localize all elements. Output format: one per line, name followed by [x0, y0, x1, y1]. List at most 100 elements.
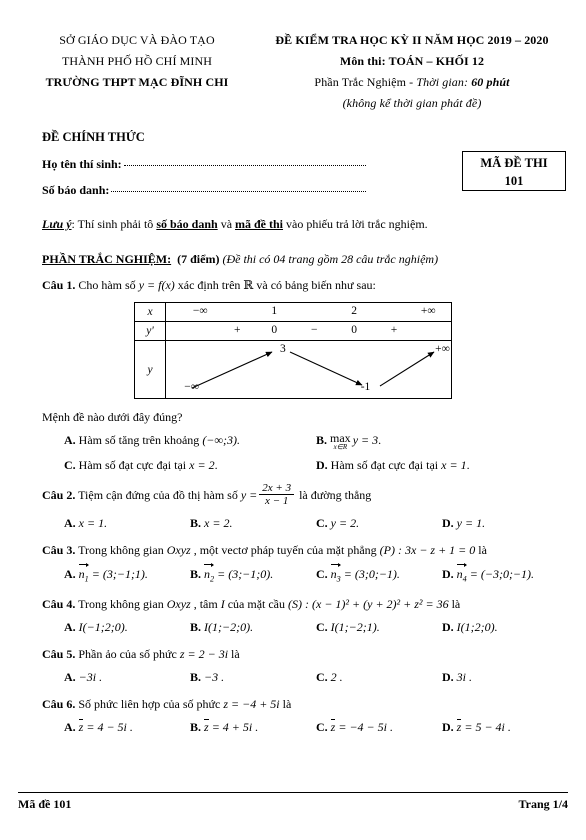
- note-bold-1: số báo danh: [156, 217, 218, 231]
- question-6-option-c[interactable]: C. z = −4 − 5i .: [316, 718, 442, 736]
- question-5-option-d[interactable]: D. 3i .: [442, 668, 568, 686]
- question-1-option-d-math: x = 1: [441, 457, 467, 472]
- question-3: Câu 3. Trong không gian Oxyz , một vectơ…: [0, 532, 586, 586]
- variation-yprime-cells: + 0 − 0 +: [165, 321, 452, 341]
- question-2-options: A. x = 1. B. x = 2. C. y = 2. D. y = 1.: [42, 514, 568, 532]
- question-4-options: A. I(−1;2;0). B. I(1;−2;0). C. I(1;−2;1)…: [42, 618, 568, 636]
- question-3-vector-b: n2: [204, 563, 215, 586]
- question-1-option-b-label: B.: [316, 433, 328, 447]
- question-1-option-c-label: C.: [64, 457, 76, 472]
- question-3-space: Oxyz: [166, 543, 191, 558]
- note-text-1: : Thí sinh phải tô: [71, 217, 157, 231]
- vector-arrow-icon: [204, 563, 215, 570]
- vector-arrow-icon: [78, 563, 89, 570]
- variation-x-value-0: −∞: [192, 305, 208, 317]
- question-1-option-d[interactable]: D. Hàm số đạt cực đại tại x = 1.: [316, 456, 568, 474]
- question-4-text-a: Trong không gian: [75, 596, 167, 611]
- question-3-options: A. n1 = (3;−1;1). B. n2 = (3;−1;0). C. n…: [42, 563, 568, 586]
- question-6-option-a[interactable]: A. z = 4 − 5i .: [64, 718, 190, 736]
- question-2-option-c-label: C.: [316, 516, 328, 531]
- question-4-option-d[interactable]: D. I(1;2;0).: [442, 618, 568, 636]
- question-5-option-b[interactable]: B. −3 .: [190, 668, 316, 686]
- question-1-option-c-math: x = 2: [189, 457, 215, 472]
- question-4-option-b[interactable]: B. I(1;−2;0).: [190, 618, 316, 636]
- question-4-option-c[interactable]: C. I(1;−2;1).: [316, 618, 442, 636]
- note-text-2: và: [217, 217, 236, 231]
- question-3-option-a[interactable]: A. n1 = (3;−1;1).: [64, 563, 190, 586]
- question-6-conjugate-c: z: [330, 718, 336, 734]
- student-sbd-field[interactable]: [111, 190, 366, 192]
- variation-y-cells: −∞ 3 -1 +∞: [165, 340, 452, 399]
- question-4-option-a[interactable]: A. I(−1;2;0).: [64, 618, 190, 636]
- question-1-options-row-2: C. Hàm số đạt cực đại tại x = 2. D. Hàm …: [42, 456, 568, 474]
- question-4-text-b: , tâm: [190, 596, 221, 611]
- question-3-vector-c: n3: [330, 563, 341, 586]
- question-3-option-d[interactable]: D. n4 = (−3;0;−1).: [442, 563, 568, 586]
- section-header: PHẦN TRẮC NGHIỆM: (7 điểm) (Đề thi có 04…: [0, 232, 586, 267]
- question-1-option-c[interactable]: C. Hàm số đạt cực đại tại x = 2.: [64, 456, 316, 474]
- question-6: Câu 6. Số phức liên hợp của số phức z = …: [0, 686, 586, 736]
- exam-code-title: MÃ ĐỀ THI: [480, 156, 548, 170]
- exam-time-label: Thời gian:: [416, 75, 469, 89]
- variation-y-graph: −∞ 3 -1 +∞: [166, 341, 451, 398]
- question-5-option-a[interactable]: A. −3i .: [64, 668, 190, 686]
- question-5: Câu 5. Phần ảo của số phức z = 2 − 3i là…: [0, 636, 586, 686]
- question-5-option-d-text: 3i .: [456, 669, 473, 684]
- question-3-option-d-value: = (−3;0;−1).: [469, 567, 535, 582]
- student-sbd-label: Số báo danh:: [42, 183, 110, 197]
- department-line-2: THÀNH PHỐ HỒ CHÍ MINH: [61, 54, 213, 68]
- question-1-option-d-label: D.: [316, 457, 328, 472]
- variation-row-x: x −∞ 1 2 +∞: [134, 302, 452, 322]
- exam-page: SỞ GIÁO DỤC VÀ ĐÀO TẠO THÀNH PHỐ HỒ CHÍ …: [0, 0, 586, 840]
- department-line-1: SỞ GIÁO DỤC VÀ ĐÀO TẠO: [59, 33, 215, 47]
- variation-yprime-value-3: 0: [351, 324, 357, 336]
- question-2-option-d-text: y = 1.: [456, 516, 486, 531]
- question-6-stem: Câu 6. Số phức liên hợp của số phức z = …: [42, 695, 568, 713]
- question-2-y-equals: y =: [240, 487, 258, 502]
- question-3-option-b-value: = (3;−1;0).: [217, 567, 274, 582]
- question-2-text-a: Tiệm cận đứng của đồ thị hàm số: [75, 487, 241, 502]
- instruction-note: Lưu ý: Thí sinh phải tô số báo danh và m…: [0, 209, 586, 232]
- question-1-option-a-text: Hàm số tăng trên khoảng: [75, 433, 203, 447]
- question-4-option-c-label: C.: [316, 619, 328, 634]
- variation-yprime-value-4: +: [390, 324, 398, 336]
- question-5-option-c-label: C.: [316, 669, 328, 684]
- question-1-option-b[interactable]: B. max x∈R y = 3.: [316, 431, 568, 451]
- max-label: max: [330, 430, 351, 445]
- question-1-domain-set: ℝ: [243, 278, 254, 292]
- question-3-number: Câu 3.: [42, 543, 76, 558]
- question-6-option-b[interactable]: B. z = 4 + 5i .: [190, 718, 316, 736]
- question-2-option-a-text: x = 1.: [78, 516, 108, 531]
- question-2-fraction-numerator: 2x + 3: [262, 481, 292, 494]
- question-6-option-b-text: = 4 + 5i .: [211, 719, 259, 734]
- question-1-text-a: Cho hàm số: [75, 278, 139, 292]
- question-5-option-a-text: −3i .: [78, 669, 103, 684]
- question-5-options: A. −3i . B. −3 . C. 2 . D. 3i .: [42, 668, 568, 686]
- question-1-prompt: Mệnh đề nào dưới đây đúng?: [42, 410, 183, 424]
- question-5-text-b: là: [228, 646, 240, 661]
- question-4-text-c: của mặt cầu: [224, 596, 289, 611]
- question-2-option-b[interactable]: B. x = 2.: [190, 514, 316, 532]
- question-6-option-d[interactable]: D. z = 5 − 4i .: [442, 718, 568, 736]
- exam-code-value: 101: [504, 174, 524, 189]
- exam-title-block: ĐỀ KIỂM TRA HỌC KỲ II NĂM HỌC 2019 – 202…: [256, 30, 568, 114]
- exam-time-note: (không kể thời gian phát đề): [342, 96, 482, 110]
- question-1-option-a[interactable]: A. Hàm số tăng trên khoảng (−∞;3).: [64, 431, 316, 451]
- question-2-option-d[interactable]: D. y = 1.: [442, 514, 568, 532]
- question-5-option-c[interactable]: C. 2 .: [316, 668, 442, 686]
- question-5-complex-number: z = 2 − 3i: [179, 646, 229, 661]
- question-1-text-b: xác định trên: [174, 278, 244, 292]
- question-3-option-a-label: A.: [64, 567, 76, 582]
- question-2-option-c[interactable]: C. y = 2.: [316, 514, 442, 532]
- question-2-stem: Câu 2. Tiệm cận đứng của đồ thị hàm số y…: [42, 481, 568, 509]
- question-2-option-a[interactable]: A. x = 1.: [64, 514, 190, 532]
- question-3-option-b[interactable]: B. n2 = (3;−1;0).: [190, 563, 316, 586]
- question-1-option-a-math: (−∞;3).: [202, 433, 240, 447]
- max-subscript: x∈R: [333, 442, 348, 451]
- student-name-field[interactable]: [123, 164, 366, 166]
- variation-y-point-3: +∞: [435, 343, 450, 355]
- question-5-option-b-label: B.: [190, 669, 202, 684]
- question-1-option-a-label: A.: [64, 433, 76, 447]
- variation-x-value-2: 2: [351, 305, 357, 317]
- question-3-option-c[interactable]: C. n3 = (3;0;−1).: [316, 563, 442, 586]
